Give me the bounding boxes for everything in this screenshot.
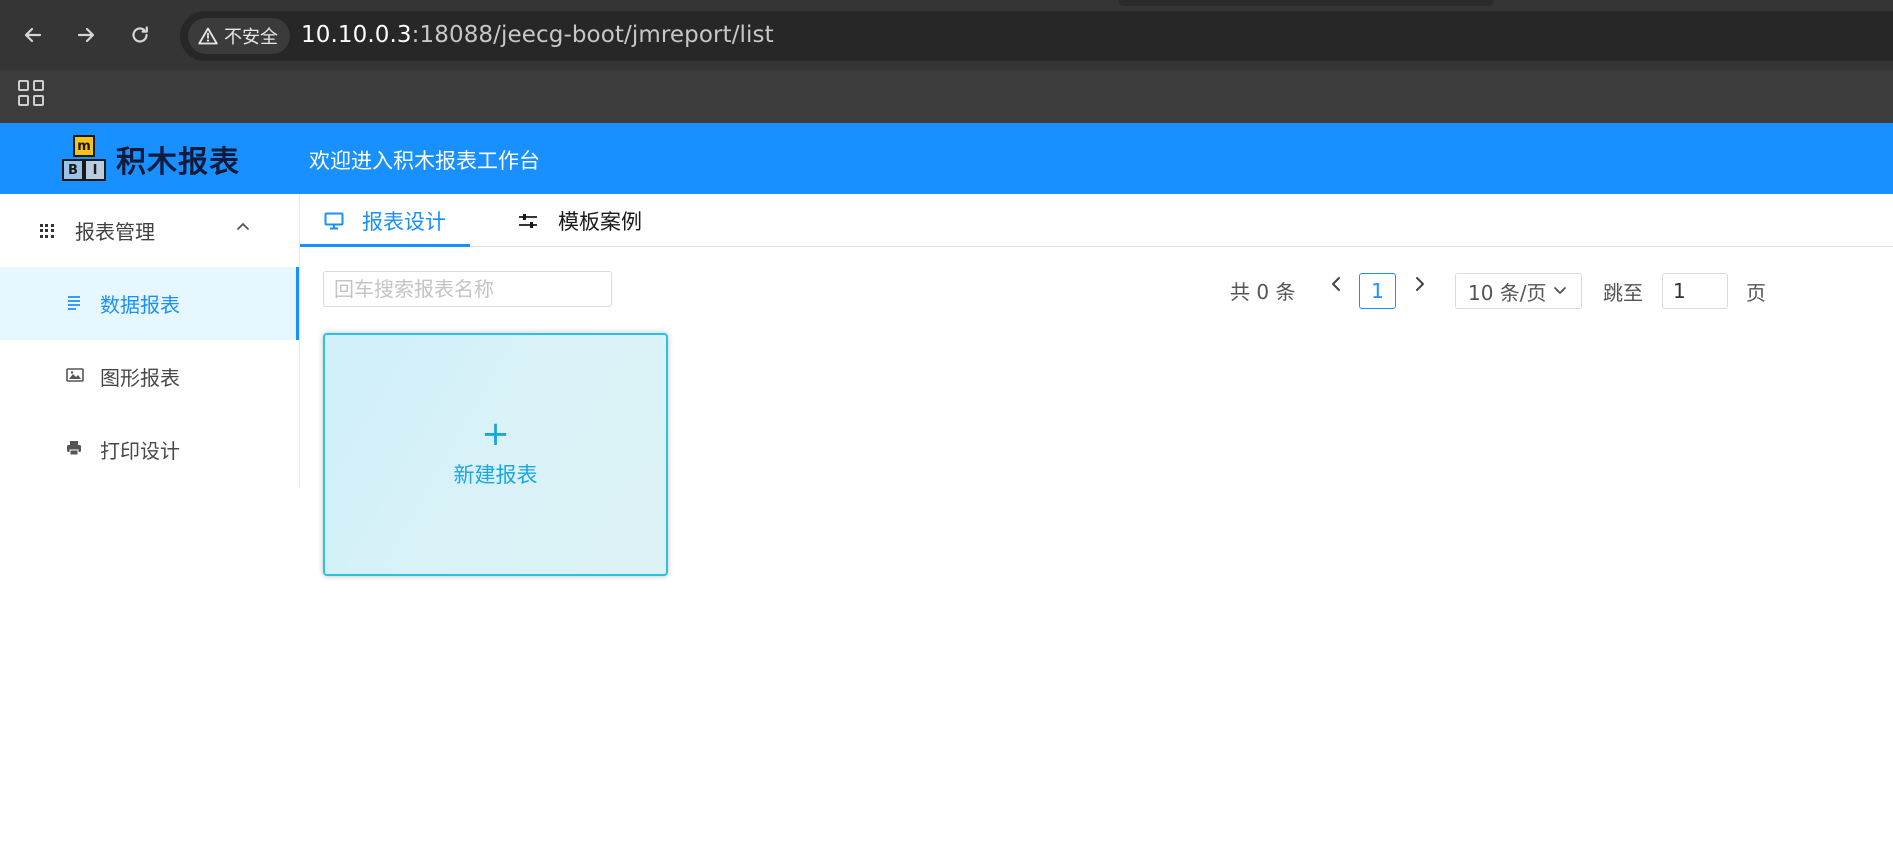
chevron-left-icon [1332, 277, 1340, 291]
next-page-button[interactable] [1410, 276, 1430, 297]
reload-icon [132, 26, 148, 43]
tab-label: 报表设计 [362, 209, 446, 234]
sidebar-item-label: 图形报表 [100, 366, 180, 390]
printer-icon [66, 440, 82, 456]
arrow-right-icon [77, 27, 95, 43]
pagination-total: 共 0 条 [1230, 280, 1296, 304]
jump-page-input[interactable] [1662, 273, 1728, 309]
image-icon [66, 367, 84, 383]
security-label: 不安全 [224, 27, 278, 48]
tab-report-design[interactable]: 报表设计 [324, 194, 446, 247]
warning-icon [198, 27, 218, 45]
logo-block-i: I [84, 159, 106, 181]
sidebar: 报表管理 数据报表 图形报表 打印设计 [0, 194, 300, 487]
new-report-card[interactable]: + 新建报表 [323, 333, 668, 576]
logo-text: 积木报表 [116, 145, 240, 180]
chevron-right-icon [1416, 277, 1424, 291]
new-report-label: 新建报表 [453, 463, 538, 487]
logo-block-b: B [62, 159, 84, 181]
logo-block-m: m [73, 135, 95, 157]
search-input[interactable] [323, 271, 612, 307]
jump-suffix: 页 [1746, 281, 1766, 305]
arrow-left-icon [24, 27, 42, 43]
page-number-current[interactable]: 1 [1359, 273, 1396, 309]
sidebar-group-report-management[interactable]: 报表管理 [0, 194, 299, 267]
security-chip[interactable]: 不安全 [188, 18, 290, 54]
logo-blocks-icon: m B I [62, 135, 114, 183]
welcome-text: 欢迎进入积木报表工作台 [309, 149, 540, 173]
url-host: 10.10.0.3 [301, 22, 412, 48]
url-path: :18088/jeecg-boot/jmreport/list [411, 22, 774, 48]
page-size-select[interactable]: 10 条/页 [1455, 273, 1582, 309]
tab-label: 模板案例 [558, 209, 642, 234]
jump-label: 跳至 [1603, 281, 1643, 305]
reload-button[interactable] [123, 18, 157, 52]
app-header: m B I 积木报表 欢迎进入积木报表工作台 [0, 123, 1893, 194]
forward-button[interactable] [69, 18, 103, 52]
sidebar-item-chart-report[interactable]: 图形报表 [0, 340, 299, 413]
address-bar[interactable]: 不安全 10.10.0.3:18088/jeecg-boot/jmreport/… [180, 11, 1893, 61]
tab-template-cases[interactable]: 模板案例 [518, 194, 642, 247]
sidebar-group-label: 报表管理 [75, 220, 155, 244]
sidebar-item-data-report[interactable]: 数据报表 [0, 267, 299, 340]
page-size-value: 10 条/页 [1468, 280, 1547, 305]
prev-page-button[interactable] [1326, 276, 1346, 297]
sliders-icon [519, 213, 537, 228]
active-tab-indicator [300, 244, 470, 247]
back-button[interactable] [16, 18, 50, 52]
apps-icon [40, 224, 54, 238]
apps-grid-icon[interactable] [18, 80, 44, 106]
browser-toolbar: 不安全 10.10.0.3:18088/jeecg-boot/jmreport/… [0, 0, 1893, 70]
plus-icon: + [481, 414, 510, 454]
logo[interactable]: m B I 积木报表 [62, 135, 240, 183]
list-icon [66, 294, 82, 310]
sidebar-item-label: 数据报表 [100, 293, 180, 317]
chevron-down-icon [1553, 287, 1566, 294]
tabs-bar: 报表设计 模板案例 [300, 194, 1893, 247]
sidebar-item-print-design[interactable]: 打印设计 [0, 413, 299, 486]
monitor-icon [324, 212, 344, 229]
sidebar-item-label: 打印设计 [100, 439, 180, 463]
chevron-up-icon [235, 218, 251, 238]
tab-strip-edge [1118, 0, 1494, 6]
bookmarks-bar [0, 70, 1893, 123]
url-text[interactable]: 10.10.0.3:18088/jeecg-boot/jmreport/list [301, 22, 774, 48]
